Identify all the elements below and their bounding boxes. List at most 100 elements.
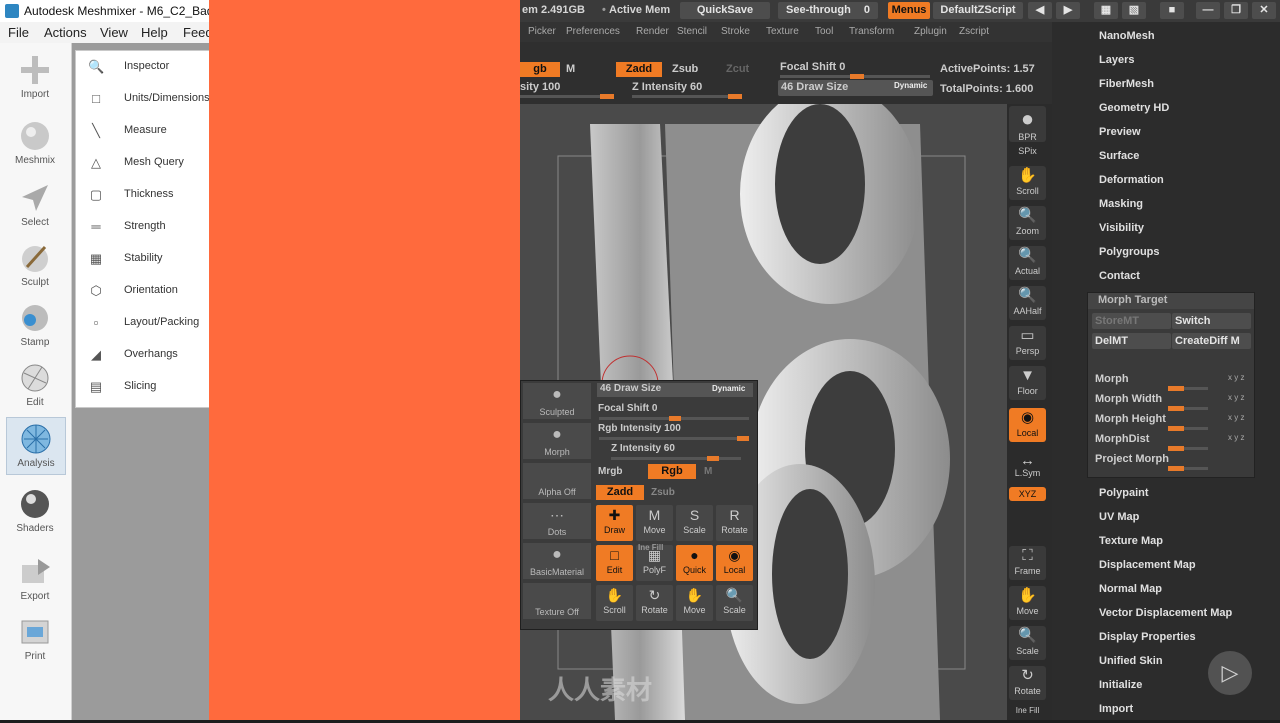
analysis-item-inspector[interactable]: 🔍 Inspector bbox=[76, 51, 210, 83]
morph-target-header[interactable]: Morph Target bbox=[1088, 293, 1254, 309]
popup-move2-button[interactable]: ✋ Move bbox=[676, 585, 713, 621]
palette-texture-map[interactable]: Texture Map bbox=[1099, 535, 1163, 547]
close-icon[interactable]: ✕ bbox=[1252, 2, 1276, 19]
arrows-right-icon[interactable]: ▶ bbox=[1056, 2, 1080, 19]
tool-meshmix[interactable]: Meshmix bbox=[6, 119, 64, 166]
palette-nanomesh[interactable]: NanoMesh bbox=[1099, 30, 1155, 42]
palette-layers[interactable]: Layers bbox=[1099, 54, 1134, 66]
zcut-button[interactable]: Zcut bbox=[726, 63, 749, 75]
menu-help[interactable]: Help bbox=[141, 25, 168, 40]
menu-stencil[interactable]: Stencil bbox=[677, 26, 707, 37]
palette-visibility[interactable]: Visibility bbox=[1099, 222, 1144, 234]
tool-import[interactable]: Import bbox=[6, 53, 64, 100]
tool-sculpt[interactable]: Sculpt bbox=[6, 241, 64, 288]
menu-view[interactable]: View bbox=[100, 25, 128, 40]
palette-import[interactable]: Import bbox=[1099, 703, 1133, 715]
palette-polygroups[interactable]: Polygroups bbox=[1099, 246, 1160, 258]
analysis-item-units[interactable]: □ Units/Dimensions bbox=[76, 83, 210, 115]
palette-normal-map[interactable]: Normal Map bbox=[1099, 583, 1162, 595]
lock-icon[interactable]: ■ bbox=[1160, 2, 1184, 19]
popup-rgb-intensity-slider[interactable] bbox=[599, 436, 749, 441]
dynamic-toggle[interactable]: Dynamic bbox=[894, 81, 927, 90]
palette-geometry-hd[interactable]: Geometry HD bbox=[1099, 102, 1169, 114]
menu-preferences[interactable]: Preferences bbox=[566, 26, 620, 37]
popup-z-intensity-slider[interactable] bbox=[611, 456, 741, 461]
storemt-button[interactable]: StoreMT bbox=[1092, 313, 1171, 329]
lsym-button[interactable]: ↔ L.Sym bbox=[1009, 453, 1046, 480]
floor-button[interactable]: ▼ Floor bbox=[1009, 366, 1046, 400]
actual-button[interactable]: 🔍 Actual bbox=[1009, 246, 1046, 280]
palette-initialize[interactable]: Initialize bbox=[1099, 679, 1142, 691]
popup-zsub-button[interactable]: Zsub bbox=[651, 487, 675, 498]
persp-button[interactable]: ▭ Persp bbox=[1009, 326, 1046, 360]
palette-masking[interactable]: Masking bbox=[1099, 198, 1143, 210]
popup-dynamic-toggle[interactable]: Dynamic bbox=[712, 384, 745, 393]
popup-rgb-button[interactable]: Rgb bbox=[648, 464, 696, 479]
move-button[interactable]: ✋ Move bbox=[1009, 586, 1046, 620]
restore-icon[interactable]: ❐ bbox=[1224, 2, 1248, 19]
palette-unified-skin[interactable]: Unified Skin bbox=[1099, 655, 1163, 667]
menu-actions[interactable]: Actions bbox=[44, 25, 87, 40]
creatediff-button[interactable]: CreateDiff M bbox=[1172, 333, 1251, 349]
menu-render[interactable]: Render bbox=[636, 26, 669, 37]
layout2-icon[interactable]: ▧ bbox=[1122, 2, 1146, 19]
palette-vector-displacement-map[interactable]: Vector Displacement Map bbox=[1099, 607, 1232, 619]
popup-draw-size-slider[interactable]: 46 Draw Size Dynamic bbox=[597, 383, 753, 397]
tool-print[interactable]: Print bbox=[6, 615, 64, 662]
analysis-item-thickness[interactable]: ▢ Thickness bbox=[76, 179, 210, 211]
analysis-item-layout[interactable]: ▫ Layout/Packing bbox=[76, 307, 210, 339]
popup-draw-button[interactable]: ✚ Draw bbox=[596, 505, 633, 541]
popup-edit-button[interactable]: □ Edit bbox=[596, 545, 633, 581]
rgb-button[interactable]: gb bbox=[520, 62, 560, 77]
morph-height-slider[interactable] bbox=[1168, 426, 1208, 431]
analysis-item-mesh-query[interactable]: △ Mesh Query bbox=[76, 147, 210, 179]
palette-surface[interactable]: Surface bbox=[1099, 150, 1139, 162]
popup-local-button[interactable]: ◉ Local bbox=[716, 545, 753, 581]
analysis-item-stability[interactable]: ▦ Stability bbox=[76, 243, 210, 275]
popup-rotate-button[interactable]: R Rotate bbox=[716, 505, 753, 541]
rotate-button[interactable]: ↻ Rotate bbox=[1009, 666, 1046, 700]
tool-analysis[interactable]: Analysis bbox=[6, 417, 66, 475]
tool-stamp[interactable]: Stamp bbox=[6, 301, 64, 348]
draw-size-slider[interactable]: 46 Draw Size Dynamic bbox=[778, 80, 933, 96]
menus-button[interactable]: Menus bbox=[888, 2, 930, 19]
stroke-dots-slot[interactable]: ⋯ Dots bbox=[523, 503, 591, 539]
aahalf-button[interactable]: 🔍 AAHalf bbox=[1009, 286, 1046, 320]
popup-move-button[interactable]: M Move bbox=[636, 505, 673, 541]
minimize-icon[interactable]: — bbox=[1196, 2, 1220, 19]
popup-scale-button[interactable]: S Scale bbox=[676, 505, 713, 541]
delmt-button[interactable]: DelMT bbox=[1092, 333, 1171, 349]
focal-shift-slider[interactable] bbox=[780, 74, 930, 79]
quicksave-button[interactable]: QuickSave bbox=[680, 2, 770, 19]
xyz-button[interactable]: XYZ bbox=[1009, 487, 1046, 501]
palette-deformation[interactable]: Deformation bbox=[1099, 174, 1164, 186]
layout-icon[interactable]: ▦ bbox=[1094, 2, 1118, 19]
zoom-button[interactable]: 🔍 Zoom bbox=[1009, 206, 1046, 240]
menu-file[interactable]: File bbox=[8, 25, 29, 40]
palette-displacement-map[interactable]: Displacement Map bbox=[1099, 559, 1196, 571]
alpha-slot[interactable]: Alpha Off bbox=[523, 463, 591, 499]
arrows-left-icon[interactable]: ◀ bbox=[1028, 2, 1052, 19]
palette-fibermesh[interactable]: FiberMesh bbox=[1099, 78, 1154, 90]
bpr-button[interactable]: ● BPR bbox=[1009, 106, 1046, 142]
popup-rotate2-button[interactable]: ↻ Rotate bbox=[636, 585, 673, 621]
tool-select[interactable]: Select bbox=[6, 181, 64, 228]
m-button[interactable]: M bbox=[566, 63, 575, 75]
palette-contact[interactable]: Contact bbox=[1099, 270, 1140, 282]
analysis-item-slicing[interactable]: ▤ Slicing bbox=[76, 371, 210, 403]
default-zscript-button[interactable]: DefaultZScript bbox=[933, 2, 1023, 19]
tool-shaders[interactable]: Shaders bbox=[6, 487, 64, 534]
menu-picker[interactable]: Picker bbox=[528, 26, 556, 37]
scale-button[interactable]: 🔍 Scale bbox=[1009, 626, 1046, 660]
popup-mrgb-button[interactable]: Mrgb bbox=[598, 466, 622, 477]
tool-edit[interactable]: Edit bbox=[6, 361, 64, 408]
morph-width-slider[interactable] bbox=[1168, 406, 1208, 411]
popup-focal-shift-slider[interactable] bbox=[599, 416, 749, 421]
menu-texture[interactable]: Texture bbox=[766, 26, 799, 37]
spix-slider[interactable]: SPix bbox=[1009, 146, 1046, 160]
menu-tool[interactable]: Tool bbox=[815, 26, 833, 37]
popup-scroll-button[interactable]: ✋ Scroll bbox=[596, 585, 633, 621]
play-icon[interactable]: ▷ bbox=[1208, 651, 1252, 695]
morph-material-slot[interactable]: ● Morph bbox=[523, 423, 591, 459]
z-intensity-slider[interactable] bbox=[632, 94, 742, 99]
